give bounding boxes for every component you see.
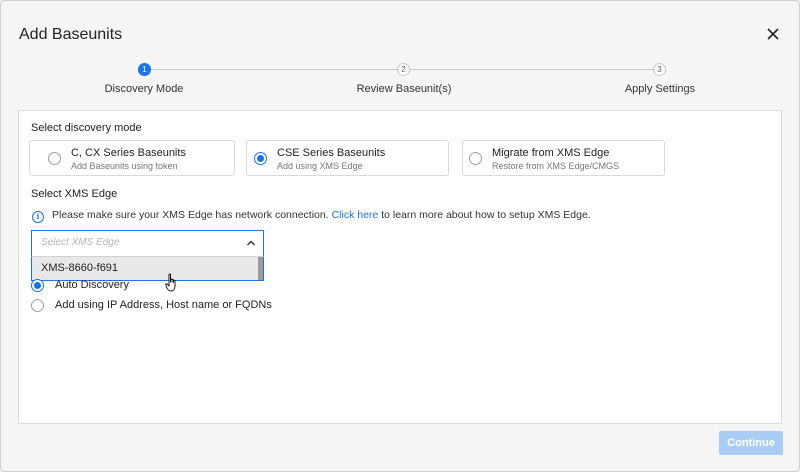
info-icon: i [32,211,44,223]
mode-card-subtitle: Add Baseunits using token [71,161,178,171]
info-message: i Please make sure your XMS Edge has netw… [32,209,591,223]
method-radio-ip[interactable] [31,299,44,312]
chevron-up-icon [246,240,256,246]
mode-card-title: Migrate from XMS Edge [492,147,610,159]
dropdown-option-label: XMS-8660-f691 [41,262,119,274]
stepper: 1 Discovery Mode 2 Review Baseunit(s) 3 … [1,61,800,101]
mode-radio-cse[interactable] [254,152,267,165]
step-1-indicator: 1 [138,63,151,76]
dropdown-option[interactable]: XMS-8660-f691 [32,257,257,280]
method-label: Add using IP Address, Host name or FQDNs [55,299,272,311]
add-baseunits-dialog: Add Baseunits 1 Discovery Mode 2 Review … [0,0,800,472]
mode-card-subtitle: Restore from XMS Edge/CMGS [492,161,620,171]
mode-card-subtitle: Add using XMS Edge [277,161,363,171]
dropdown-scrollbar[interactable] [258,257,263,280]
mode-card-c-cx[interactable]: C, CX Series Baseunits Add Baseunits usi… [29,140,235,176]
xms-edge-select[interactable]: Select XMS Edge [31,230,264,256]
step-3-indicator: 3 [653,63,666,76]
xms-edge-select-placeholder: Select XMS Edge [41,237,120,248]
info-text: Please make sure your XMS Edge has netwo… [52,209,329,221]
mode-card-migrate[interactable]: Migrate from XMS Edge Restore from XMS E… [462,140,665,176]
discovery-panel: Select discovery mode C, CX Series Baseu… [18,110,782,424]
dialog-title: Add Baseunits [19,26,123,43]
step-1-label: Discovery Mode [104,83,184,95]
mode-card-title: CSE Series Baseunits [277,147,386,159]
close-icon[interactable] [765,26,781,42]
xms-edge-dropdown: XMS-8660-f691 [31,256,264,281]
xms-edge-heading: Select XMS Edge [31,188,118,200]
mode-radio-c-cx[interactable] [48,152,61,165]
step-2-label: Review Baseunit(s) [356,83,452,95]
mode-radio-migrate[interactable] [469,152,482,165]
mode-card-title: C, CX Series Baseunits [71,147,186,159]
step-2-indicator: 2 [397,63,410,76]
step-3-label: Apply Settings [624,83,696,95]
step-connector [410,69,653,70]
info-text-after: to learn more about how to setup XMS Edg… [381,209,591,221]
hand-pointer-icon [165,273,176,292]
discovery-mode-heading: Select discovery mode [31,122,142,134]
help-link[interactable]: Click here [332,209,379,221]
method-radio-auto[interactable] [31,279,44,292]
mode-card-cse[interactable]: CSE Series Baseunits Add using XMS Edge [246,140,449,176]
method-label: Auto Discovery [55,279,129,291]
step-connector [151,69,397,70]
continue-button[interactable]: Continue [719,431,783,455]
